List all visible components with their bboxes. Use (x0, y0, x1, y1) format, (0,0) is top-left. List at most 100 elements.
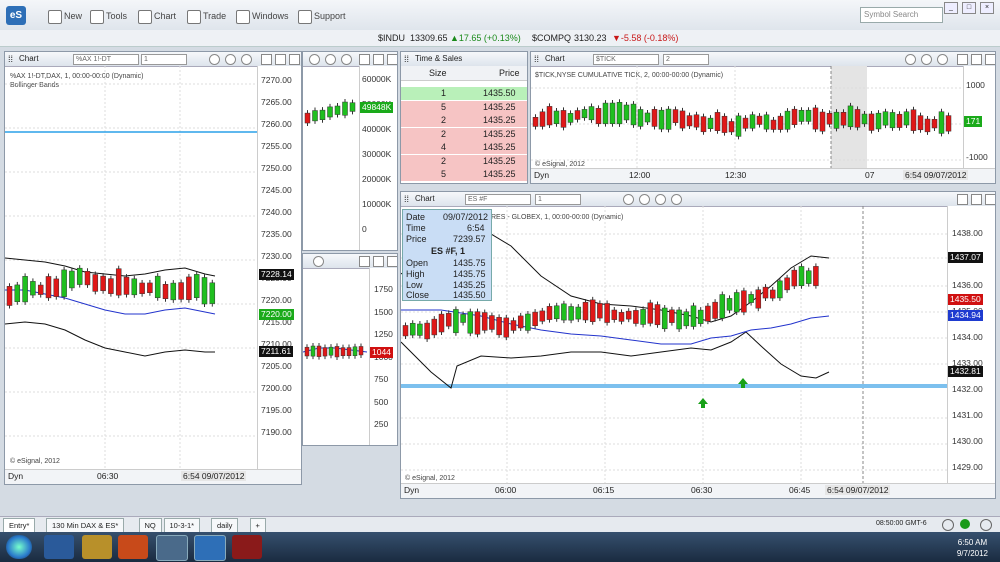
edit-icon[interactable] (905, 54, 916, 65)
main-toolbar: eS New Tools Chart Trade Windows Support… (0, 0, 1000, 31)
dyn-label[interactable]: Dyn (8, 471, 23, 481)
window-close-icon[interactable] (985, 194, 995, 205)
edit-icon[interactable] (209, 54, 220, 65)
window-maximize-icon[interactable] (373, 256, 384, 267)
dax-last-price-tag: 7220.00 (259, 309, 294, 320)
clock-icon[interactable] (241, 54, 252, 65)
window-minimize-icon[interactable] (261, 54, 272, 65)
system-clock[interactable]: 6:50 AM 9/7/2012 (957, 537, 988, 559)
time-sales-row[interactable]: 2 1435.25 (401, 114, 527, 127)
dax-price-axis[interactable]: 7270.00 7265.00 7260.00 7255.00 7250.00 7245.… (257, 66, 301, 470)
es-symbol-input[interactable]: ES #F (465, 194, 531, 205)
arrow-icon[interactable] (671, 194, 682, 205)
windows-button[interactable]: Windows (236, 8, 289, 24)
folder-icon[interactable] (82, 535, 112, 559)
refresh-icon[interactable] (225, 54, 236, 65)
page-tab[interactable]: daily (211, 518, 239, 533)
candle (178, 282, 184, 300)
page-tab[interactable]: NQ (138, 518, 162, 533)
window-close-icon[interactable] (387, 256, 397, 267)
time-sales-row[interactable]: 2 1435.25 (401, 127, 527, 141)
window-grip-icon[interactable]: ⁞⁞ (404, 192, 409, 206)
clock-icon[interactable] (937, 54, 948, 65)
globe-icon[interactable] (942, 519, 954, 531)
media-player-icon[interactable] (118, 535, 148, 559)
new-button[interactable]: New (48, 8, 82, 24)
window-grip-icon[interactable]: ⁞⁞ (404, 52, 409, 66)
minimize-icon[interactable]: _ (944, 2, 958, 14)
edit-icon[interactable] (623, 194, 634, 205)
esignal-logo[interactable]: eS (6, 6, 26, 25)
app-taskbar-icon[interactable] (232, 535, 262, 559)
time-sales-row[interactable]: 5 1435.25 (401, 168, 527, 181)
window-close-icon[interactable] (289, 54, 300, 65)
connection-status-icon[interactable] (960, 519, 970, 529)
symbol-search-input[interactable]: Symbol Search (860, 7, 943, 23)
page-tab[interactable]: 10-3-1* (163, 518, 201, 533)
candle (532, 117, 539, 127)
col-size[interactable]: Size (429, 66, 447, 80)
tools-button[interactable]: Tools (90, 8, 127, 24)
window-close-icon[interactable] (387, 54, 397, 65)
window-minimize-icon[interactable] (957, 194, 968, 205)
tick-axis[interactable]: 10000-1000 171 (963, 66, 995, 169)
indu-symbol[interactable]: $INDU (378, 30, 405, 46)
candle (402, 325, 409, 337)
internet-explorer-icon[interactable] (44, 535, 74, 559)
tick-chart-window: ⁞⁞ Chart $TICK 2 $TICK,NYSE CUMULATIVE T… (530, 51, 996, 184)
window-maximize-icon[interactable] (971, 54, 982, 65)
support-button[interactable]: Support (298, 8, 346, 24)
page-tab[interactable]: + (249, 518, 266, 533)
esignal-taskbar-icon[interactable] (194, 535, 226, 561)
maximize-icon[interactable]: □ (962, 2, 976, 14)
candle (697, 309, 704, 324)
es-price-axis[interactable]: 1438.001437.001436.001435.001434.001433.… (947, 206, 995, 486)
time-sales-row[interactable]: 1 1435.50 (401, 87, 527, 100)
dax-interval-select[interactable]: 1 (141, 54, 187, 65)
page-tab[interactable]: Entry* (3, 518, 36, 533)
candle (938, 111, 945, 134)
trade-button[interactable]: Trade (187, 8, 226, 24)
compq-symbol[interactable]: $COMPQ (532, 30, 571, 46)
time-sales-row[interactable]: 4 1435.25 (401, 141, 527, 154)
page-tab[interactable]: 130 Min DAX & ES* (46, 518, 125, 533)
refresh-icon[interactable] (921, 54, 932, 65)
close-icon[interactable]: × (980, 2, 994, 14)
start-button[interactable] (6, 535, 32, 559)
es-interval-select[interactable]: 1 (535, 194, 581, 205)
dyn-label[interactable]: Dyn (534, 170, 549, 180)
dax-plot[interactable] (5, 66, 257, 470)
mini-plot[interactable] (303, 268, 369, 446)
volume-plot[interactable] (303, 66, 359, 246)
mini-axis[interactable]: 1750150012501000750500250 1044 (369, 268, 397, 445)
window-maximize-icon[interactable] (373, 54, 384, 65)
edit-icon[interactable] (309, 54, 320, 65)
refresh-icon[interactable] (639, 194, 650, 205)
tick-plot[interactable] (531, 66, 963, 169)
tick-interval-select[interactable]: 2 (663, 54, 709, 65)
volume-axis[interactable]: 60000K50000K40000K30000K20000K10000K0 49… (359, 66, 397, 250)
col-price[interactable]: Price (499, 66, 520, 80)
window-minimize-icon[interactable] (957, 54, 968, 65)
computer-icon[interactable] (156, 535, 188, 561)
window-maximize-icon[interactable] (971, 194, 982, 205)
dyn-label[interactable]: Dyn (404, 485, 419, 495)
window-minimize-icon[interactable] (359, 256, 370, 267)
clock-icon[interactable] (313, 256, 324, 267)
row-size: 2 (441, 128, 447, 139)
time-sales-row[interactable]: 2 1435.25 (401, 154, 527, 168)
window-minimize-icon[interactable] (359, 54, 370, 65)
settings-icon[interactable] (980, 519, 992, 531)
window-close-icon[interactable] (985, 54, 995, 65)
tick-symbol-input[interactable]: $TICK (593, 54, 659, 65)
window-grip-icon[interactable]: ⁞⁞ (8, 52, 13, 66)
candle (328, 346, 334, 356)
window-maximize-icon[interactable] (275, 54, 286, 65)
refresh-icon[interactable] (325, 54, 336, 65)
window-grip-icon[interactable]: ⁞⁞ (534, 52, 539, 66)
time-sales-row[interactable]: 5 1435.25 (401, 100, 527, 114)
chart-button[interactable]: Chart (138, 8, 176, 24)
dax-symbol-input[interactable]: %AX 1!-DT (73, 54, 139, 65)
clock-icon[interactable] (655, 194, 666, 205)
clock-icon[interactable] (341, 54, 352, 65)
